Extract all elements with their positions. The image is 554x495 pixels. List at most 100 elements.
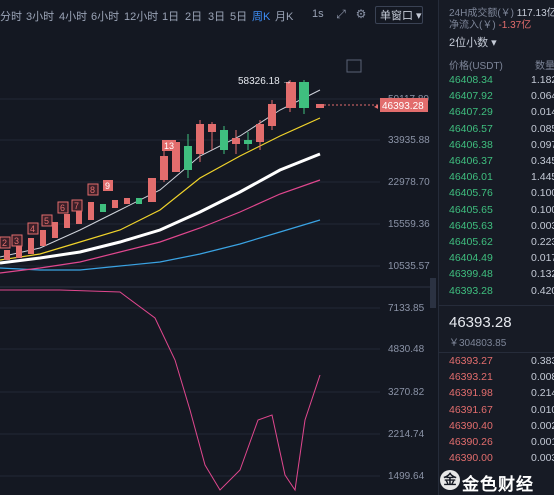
bid-row[interactable]: 46393.21 0.008: [449, 371, 554, 386]
ask-price: 46406.01: [449, 171, 493, 184]
axis-label: 10535.57: [388, 261, 430, 272]
timeframe-5d[interactable]: 5日: [230, 8, 247, 24]
inflow-value: -1.37亿: [498, 20, 532, 31]
ma-line-yellow: [0, 117, 321, 261]
bid-row[interactable]: 46390.26 0.001: [449, 436, 554, 451]
bid-price: 46393.27: [449, 355, 493, 367]
timeframe-2d[interactable]: 2日: [185, 8, 202, 24]
bid-amount: 0.002: [531, 419, 554, 432]
ask-amount: 0.064: [531, 90, 554, 103]
arrow-right-icon: →: [282, 76, 292, 87]
bid-price: 46391.67: [449, 403, 493, 416]
timeframe-4h[interactable]: 4小时: [59, 8, 87, 24]
ask-row[interactable]: 46407.92 0.064: [449, 90, 554, 105]
bid-amount: 0.003: [531, 452, 554, 465]
ask-row[interactable]: 46406.37 0.345: [449, 155, 554, 170]
timeframe-3h[interactable]: 3小时: [26, 8, 54, 24]
ask-price: 46405.63: [449, 219, 493, 232]
axis-label: 1499.64: [388, 471, 425, 482]
ask-amount: 0.100: [531, 187, 554, 200]
timeframe-1d[interactable]: 1日: [162, 8, 179, 24]
timeframe-3d[interactable]: 3日: [208, 8, 225, 24]
ask-row[interactable]: 46405.65 0.100: [449, 204, 554, 219]
ask-price: 46408.34: [449, 74, 493, 86]
inflow-stat: 净流入(￥) -1.37亿: [449, 16, 531, 31]
axis-label: 15559.36: [388, 219, 430, 230]
ask-row[interactable]: 46399.48 0.132: [449, 268, 554, 283]
ask-row[interactable]: 46405.76 0.100: [449, 187, 554, 202]
ask-price: 46405.62: [449, 236, 493, 248]
ask-amount: 0.132: [531, 268, 554, 281]
timeframe-12h[interactable]: 12小时: [124, 8, 158, 24]
axis-label: 22978.70: [388, 177, 430, 188]
ask-row[interactable]: 46393.28 0.420: [449, 285, 554, 300]
indicator-line-pink: [0, 289, 321, 492]
axis-label: 4830.48: [388, 344, 425, 355]
mid-price-cny: ￥304803.85: [449, 338, 507, 349]
watermark: 金色财经: [462, 475, 534, 494]
bid-amount: 0.010: [531, 403, 554, 416]
ask-row[interactable]: 46406.57 0.085: [449, 123, 554, 138]
settings-icon[interactable]: ⚙: [354, 7, 368, 21]
ask-amount: 1.182: [531, 74, 554, 86]
orderbook-panel: 24H成交额(￥) 117.13亿 净流入(￥) -1.37亿 2位小数 ▾ 价…: [438, 0, 554, 495]
current-price-label: 46393.28: [382, 101, 424, 112]
timeframe-week[interactable]: 周K: [252, 8, 270, 24]
chart-scroll-handle[interactable]: [430, 278, 436, 308]
ask-price: 46393.28: [449, 284, 493, 297]
ma-line-blue: [0, 219, 321, 271]
expand-icon[interactable]: ⤢: [334, 7, 348, 21]
price-marker-arrow-icon: ◂: [374, 102, 378, 111]
timeframe-1s[interactable]: 1s: [312, 8, 324, 20]
ask-amount: 0.223: [531, 236, 554, 248]
ask-amount: 0.003: [531, 219, 554, 232]
timeframe-month[interactable]: 月K: [275, 8, 293, 24]
ask-price: 46406.57: [449, 122, 493, 135]
high-price-label: 58326.18: [238, 76, 280, 87]
timeframe-fenshi[interactable]: 分时: [0, 8, 22, 24]
candle-label: 13: [164, 141, 174, 151]
ask-row[interactable]: 46407.29 0.014: [449, 106, 554, 121]
ask-price: 46405.65: [449, 203, 493, 216]
bid-row[interactable]: 46393.27 0.383: [449, 355, 554, 370]
bid-row[interactable]: 46391.98 0.214: [449, 387, 554, 402]
col-header-price: 价格(USDT): [449, 61, 503, 72]
bid-amount: 0.214: [531, 387, 554, 400]
candle-label: 3: [14, 236, 19, 246]
ask-price: 46406.37: [449, 155, 493, 167]
timeframe-6h[interactable]: 6小时: [91, 8, 119, 24]
ask-row[interactable]: 46405.62 0.223: [449, 236, 554, 251]
window-mode-button[interactable]: 单窗口 ▾: [375, 6, 423, 24]
bid-row[interactable]: 46390.40 0.002: [449, 420, 554, 435]
grid: [0, 98, 436, 477]
window-mode-label: 单窗口: [380, 10, 413, 22]
bid-row[interactable]: 46390.00 0.003: [449, 452, 554, 467]
bid-amount: 0.008: [531, 371, 554, 384]
ask-amount: 0.017: [531, 252, 554, 265]
ask-row[interactable]: 46405.63 0.003: [449, 220, 554, 235]
ask-row[interactable]: 46404.49 0.017: [449, 252, 554, 267]
bid-amount: 0.001: [531, 436, 554, 448]
ask-row[interactable]: 46408.34 1.182: [449, 74, 554, 89]
axis-label: 2214.74: [388, 429, 425, 440]
collapse-icon[interactable]: [346, 59, 362, 73]
ask-price: 46406.38: [449, 138, 493, 151]
ask-row[interactable]: 46406.01 1.445: [449, 171, 554, 186]
bid-row[interactable]: 46391.67 0.010: [449, 404, 554, 419]
ask-price: 46399.48: [449, 268, 493, 281]
axis-label: 33935.88: [388, 135, 430, 146]
ask-price: 46405.76: [449, 187, 493, 200]
precision-dropdown[interactable]: 2位小数 ▾: [449, 34, 497, 50]
ask-amount: 0.420: [531, 284, 554, 297]
candle-label: 7: [74, 201, 79, 211]
timeframe-toolbar: 分时 3小时 4小时 6小时 12小时 1日 2日 3日 5日 周K 月K 1s…: [0, 0, 436, 30]
candle-label: 4: [30, 224, 35, 234]
kline-chart[interactable]: 50117.80 33935.88 22978.70 15559.36 1053…: [0, 30, 436, 495]
bid-amount: 0.383: [531, 355, 554, 367]
ask-row[interactable]: 46406.38 0.097: [449, 139, 554, 154]
bid-price: 46391.98: [449, 387, 493, 400]
axis-label: 3270.82: [388, 387, 425, 398]
candle-label: 2: [2, 238, 7, 248]
bid-price: 46390.00: [449, 452, 493, 465]
bid-price: 46390.40: [449, 419, 493, 432]
